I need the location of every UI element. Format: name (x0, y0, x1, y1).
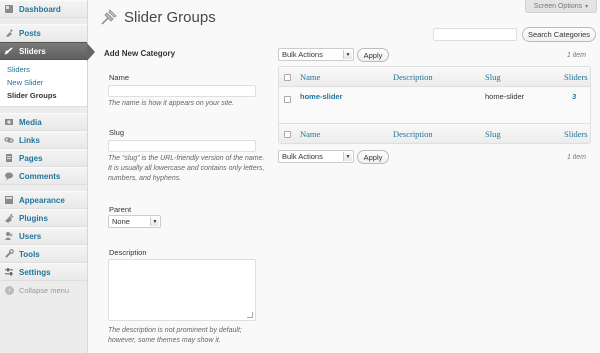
pages-icon (4, 153, 14, 163)
admin-sidebar: Dashboard Posts Sliders Sliders New Slid… (0, 0, 95, 353)
sliders-icon (4, 46, 14, 56)
sliders-submenu: Sliders New Slider Slider Groups (0, 60, 87, 107)
apply-button-top[interactable]: Apply (357, 48, 389, 62)
bulk-actions-value: Bulk Actions (282, 50, 323, 59)
menu-links[interactable]: Links (0, 131, 87, 149)
link-icon (4, 135, 14, 145)
search-categories-button[interactable]: Search Categories (522, 27, 596, 42)
page-title: Slider Groups (124, 9, 216, 26)
screen-options-button[interactable]: Screen Options ▾ (525, 0, 597, 13)
table-header: Name Description Slug Sliders (279, 67, 590, 87)
name-field[interactable] (108, 85, 256, 97)
pin-icon (99, 7, 119, 27)
menu-label: Appearance (19, 195, 65, 205)
table-row: home-slider home-slider 3 (279, 87, 590, 124)
form-heading: Add New Category (104, 49, 176, 58)
pin-icon (4, 28, 14, 38)
menu-comments[interactable]: Comments (0, 167, 87, 185)
users-icon (4, 231, 14, 241)
column-slug-footer[interactable]: Slug (485, 129, 501, 139)
slug-field[interactable] (108, 140, 256, 152)
description-label: Description (109, 248, 147, 257)
chevron-down-icon: ▾ (585, 3, 589, 10)
column-name-footer[interactable]: Name (300, 129, 320, 139)
row-slug: home-slider (485, 92, 525, 101)
select-all-checkbox[interactable] (284, 74, 291, 81)
menu-label: Media (19, 117, 42, 127)
bulk-actions-value: Bulk Actions (282, 152, 323, 161)
menu-label: Users (19, 231, 42, 241)
bulk-actions-select-top[interactable]: Bulk Actions ▼ (278, 48, 354, 61)
menu-label: Settings (19, 267, 51, 277)
select-all-checkbox-footer[interactable] (284, 131, 291, 138)
apply-button-bottom[interactable]: Apply (357, 150, 389, 164)
resize-grip-icon[interactable] (247, 312, 253, 318)
collapse-label: Collapse menu (19, 285, 70, 295)
slider-groups-table: Name Description Slug Sliders home-slide… (278, 66, 591, 144)
menu-dashboard[interactable]: Dashboard (0, 0, 87, 18)
name-label: Name (109, 73, 130, 82)
slug-hint: The “slug” is the URL-friendly version o… (108, 155, 265, 182)
menu-sliders[interactable]: Sliders (0, 42, 95, 61)
column-name[interactable]: Name (300, 72, 320, 82)
item-count-top: 1 item (566, 52, 586, 59)
submenu-slider-groups[interactable]: Slider Groups (0, 89, 87, 102)
row-checkbox[interactable] (284, 96, 291, 103)
column-slug[interactable]: Slug (485, 72, 501, 82)
bulk-actions-select-bottom[interactable]: Bulk Actions ▼ (278, 150, 354, 163)
screen-options-label: Screen Options (533, 2, 583, 10)
parent-select[interactable]: None ▼ (108, 215, 161, 228)
menu-plugins[interactable]: Plugins (0, 209, 87, 227)
collapse-arrow-icon: ‹ (5, 285, 14, 295)
tools-icon (4, 249, 14, 259)
column-description-footer[interactable]: Description (393, 129, 433, 139)
slug-label: Slug (109, 128, 125, 137)
menu-tools[interactable]: Tools (0, 245, 87, 263)
menu-posts[interactable]: Posts (0, 24, 87, 42)
row-name-link[interactable]: home-slider (300, 92, 343, 101)
column-sliders[interactable]: Sliders (564, 72, 588, 82)
settings-icon (4, 267, 14, 277)
media-icon (4, 117, 14, 127)
chevron-down-icon: ▼ (343, 152, 352, 161)
menu-label: Pages (19, 153, 43, 163)
comment-icon (4, 171, 14, 181)
menu-users[interactable]: Users (0, 227, 87, 245)
appearance-icon (4, 195, 14, 205)
row-sliders-count[interactable]: 3 (572, 92, 576, 101)
dashboard-icon (4, 4, 14, 14)
menu-media[interactable]: Media (0, 113, 87, 131)
parent-label: Parent (109, 205, 132, 214)
menu-settings[interactable]: Settings (0, 263, 87, 281)
submenu-new-slider[interactable]: New Slider (0, 76, 87, 89)
menu-label: Tools (19, 249, 40, 259)
item-count-bottom: 1 item (566, 154, 586, 161)
menu-pages[interactable]: Pages (0, 149, 87, 167)
menu-appearance[interactable]: Appearance (0, 191, 87, 209)
description-hint: The description is not prominent by defa… (108, 327, 242, 344)
submenu-sliders[interactable]: Sliders (0, 63, 87, 76)
search-input[interactable] (433, 28, 517, 41)
collapse-menu[interactable]: ‹ Collapse menu (0, 281, 87, 299)
menu-label: Comments (19, 171, 61, 181)
chevron-down-icon: ▼ (343, 50, 352, 59)
menu-label: Sliders (19, 46, 46, 56)
column-description[interactable]: Description (393, 72, 433, 82)
menu-label: Dashboard (19, 4, 61, 14)
menu-label: Plugins (19, 213, 48, 223)
name-hint: The name is how it appears on your site. (108, 100, 235, 107)
chevron-down-icon: ▼ (150, 217, 159, 226)
menu-label: Links (19, 135, 40, 145)
parent-select-value: None (112, 217, 130, 226)
description-textarea[interactable] (108, 259, 256, 321)
menu-label: Posts (19, 28, 41, 38)
table-footer: Name Description Slug Sliders (279, 123, 590, 143)
column-sliders-footer[interactable]: Sliders (564, 129, 588, 139)
plugin-icon (4, 213, 14, 223)
